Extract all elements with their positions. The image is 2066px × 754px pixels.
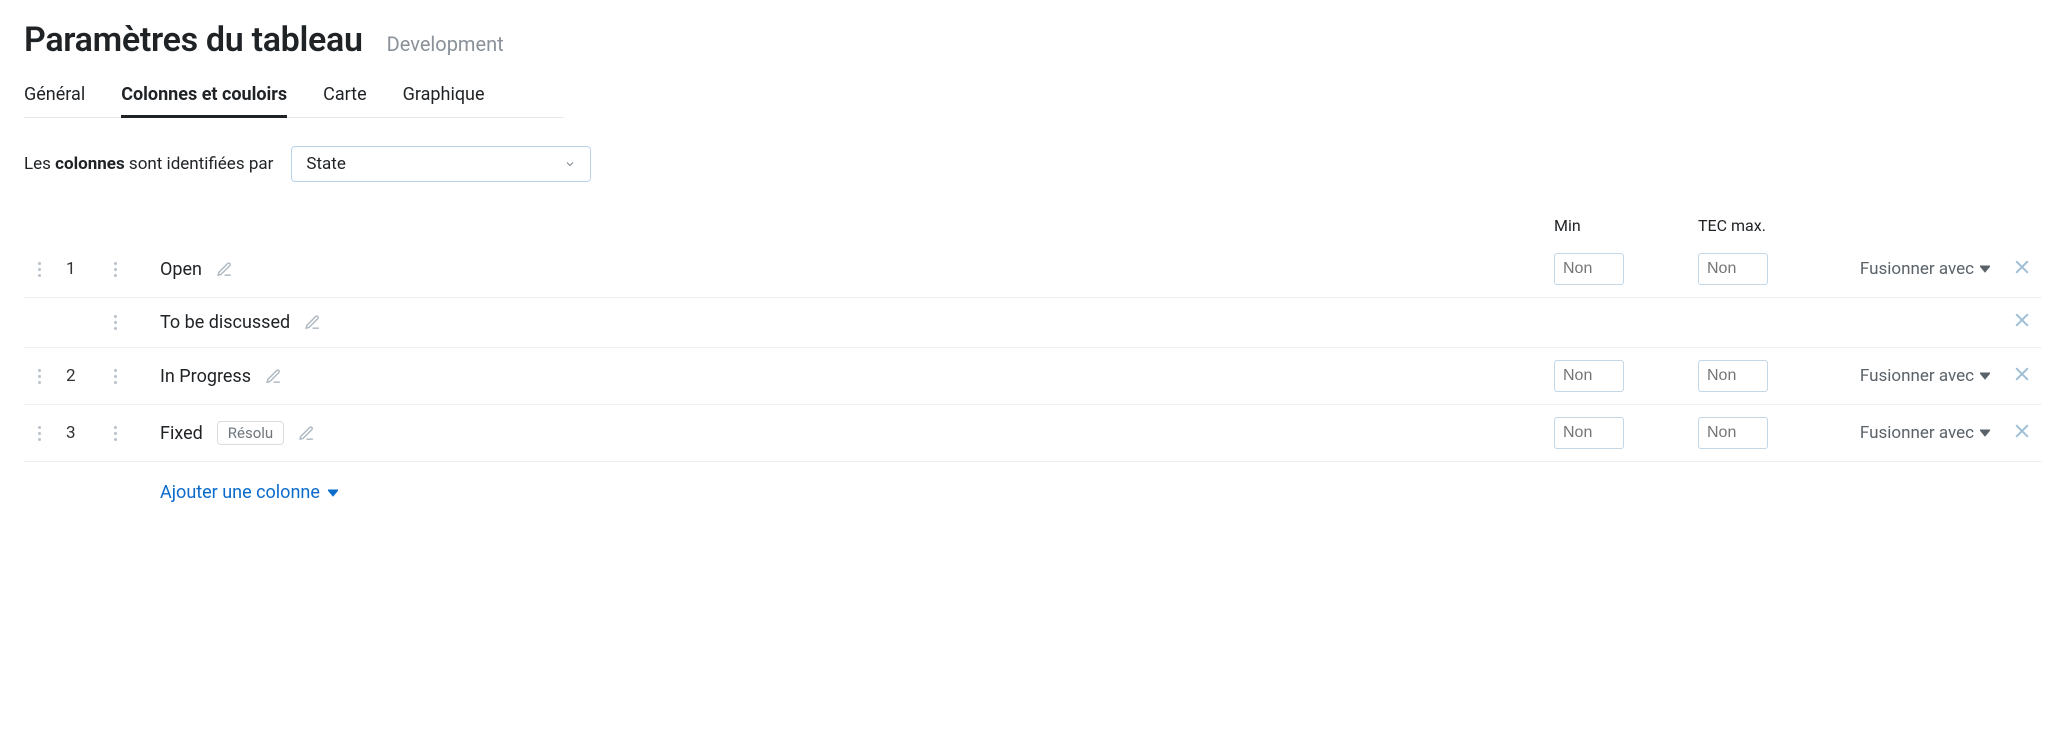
- drag-handle-icon[interactable]: [32, 369, 46, 384]
- column-row: 1 Open Fusionner avec: [24, 241, 2042, 297]
- tab-chart[interactable]: Graphique: [403, 84, 485, 118]
- remove-column-button[interactable]: [2012, 257, 2032, 282]
- min-input[interactable]: [1554, 417, 1624, 449]
- drag-handle-icon[interactable]: [108, 262, 122, 277]
- merge-with-dropdown[interactable]: Fusionner avec: [1860, 259, 1990, 279]
- caret-down-icon: [1980, 366, 1990, 386]
- identifier-field-select[interactable]: State: [291, 146, 591, 182]
- min-input[interactable]: [1554, 253, 1624, 285]
- page-title: Paramètres du tableau: [24, 20, 363, 60]
- edit-icon[interactable]: [216, 261, 233, 278]
- columns-header-row: Min TEC max.: [24, 210, 2042, 241]
- column-name: In Progress: [160, 366, 251, 387]
- add-column-label: Ajouter une colonne: [160, 482, 320, 503]
- columns-identified-by-label: Les colonnes sont identifiées par: [24, 154, 273, 174]
- edit-icon[interactable]: [304, 314, 321, 331]
- wip-max-input[interactable]: [1698, 360, 1768, 392]
- drag-handle-icon[interactable]: [108, 315, 122, 330]
- column-index: 2: [66, 366, 96, 386]
- tab-general[interactable]: Général: [24, 84, 85, 118]
- resolved-badge: Résolu: [217, 421, 284, 445]
- column-name: Fixed: [160, 423, 203, 444]
- remove-column-button[interactable]: [2012, 310, 2032, 335]
- merge-with-label: Fusionner avec: [1860, 366, 1974, 386]
- identifier-prefix: Les: [24, 154, 55, 174]
- remove-column-button[interactable]: [2012, 364, 2032, 389]
- wip-max-input[interactable]: [1698, 253, 1768, 285]
- caret-down-icon: [1980, 423, 1990, 443]
- column-index: 3: [66, 423, 96, 443]
- merge-with-dropdown[interactable]: Fusionner avec: [1860, 423, 1990, 443]
- column-sub-row: To be discussed: [24, 297, 2042, 347]
- remove-column-button[interactable]: [2012, 421, 2032, 446]
- column-row: 2 In Progress Fusionner avec: [24, 347, 2042, 404]
- merge-with-label: Fusionner avec: [1860, 423, 1974, 443]
- tabs: Général Colonnes et couloirs Carte Graph…: [24, 84, 564, 118]
- merge-with-label: Fusionner avec: [1860, 259, 1974, 279]
- add-column-button[interactable]: Ajouter une colonne: [160, 482, 1542, 503]
- column-row: 3 Fixed Résolu Fusionner avec: [24, 404, 2042, 461]
- header-min: Min: [1554, 216, 1634, 235]
- edit-icon[interactable]: [298, 425, 315, 442]
- caret-down-icon: [328, 482, 338, 503]
- drag-handle-icon[interactable]: [32, 426, 46, 441]
- min-input[interactable]: [1554, 360, 1624, 392]
- header-tec-max: TEC max.: [1698, 216, 1778, 235]
- column-index: 1: [66, 259, 96, 279]
- column-name: To be discussed: [160, 312, 290, 333]
- column-name: Open: [160, 259, 202, 280]
- chevron-down-icon: [564, 158, 576, 170]
- drag-handle-icon[interactable]: [108, 426, 122, 441]
- tab-columns-swimlanes[interactable]: Colonnes et couloirs: [121, 84, 287, 118]
- merge-with-dropdown[interactable]: Fusionner avec: [1860, 366, 1990, 386]
- edit-icon[interactable]: [265, 368, 282, 385]
- drag-handle-icon[interactable]: [108, 369, 122, 384]
- caret-down-icon: [1980, 259, 1990, 279]
- identifier-suffix: sont identifiées par: [125, 154, 274, 174]
- identifier-bold: colonnes: [55, 154, 125, 174]
- columns-list: Min TEC max. 1 Open Fusionner avec To be…: [24, 210, 2042, 503]
- identifier-field-value: State: [306, 154, 345, 174]
- add-column-row: Ajouter une colonne: [24, 461, 2042, 503]
- drag-handle-icon[interactable]: [32, 262, 46, 277]
- wip-max-input[interactable]: [1698, 417, 1768, 449]
- tab-card[interactable]: Carte: [323, 84, 366, 118]
- board-name: Development: [387, 32, 504, 56]
